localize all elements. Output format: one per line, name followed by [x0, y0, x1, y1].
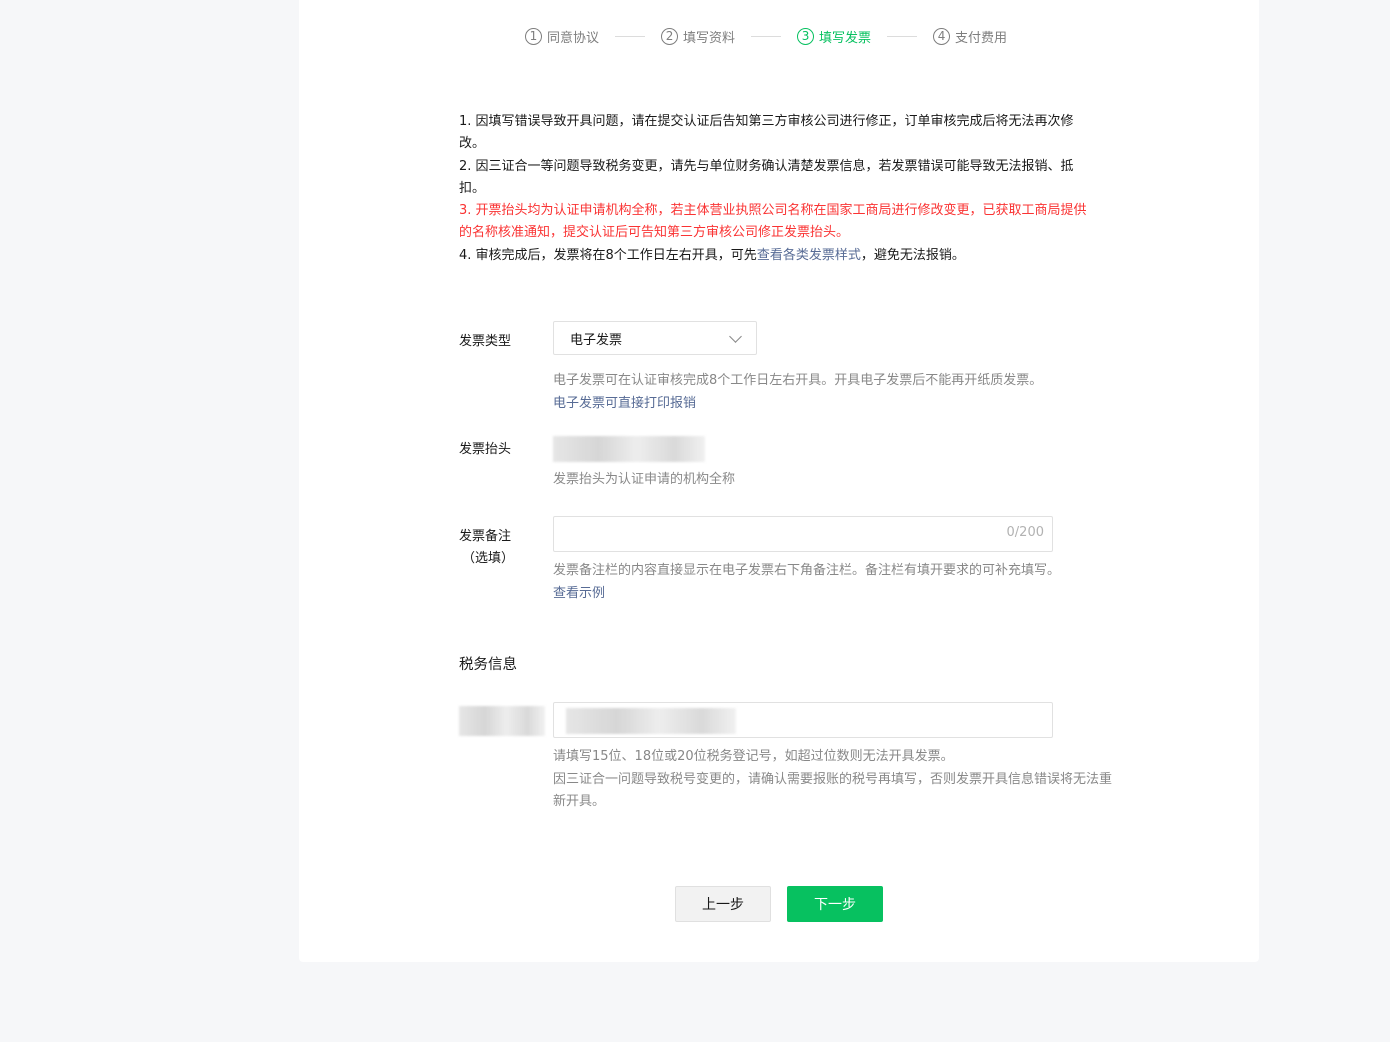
step-label: 支付费用	[955, 30, 1008, 46]
invoice-type-value: 电子发票	[570, 332, 623, 348]
step-agree: 1 同意协议	[525, 27, 599, 46]
progress-steps: 1 同意协议 2 填写资料 3 填写发票 4 支付费用	[525, 25, 1007, 47]
invoice-type-hint-text: 电子发票可在认证审核完成8个工作日左右开具。开具电子发票后不能再开纸质发票。	[553, 373, 1043, 388]
step-number: 1	[525, 27, 542, 45]
note-4: 4. 审核完成后，发票将在8个工作日左右开具，可先查看各类发票样式，避免无法报销…	[459, 245, 1099, 267]
invoice-type-select[interactable]: 电子发票	[553, 321, 757, 355]
chevron-down-icon	[729, 329, 742, 343]
step-fill-info: 2 填写资料	[661, 27, 735, 46]
step-number: 2	[661, 27, 679, 45]
invoice-title-label: 发票抬头	[459, 442, 512, 457]
step-divider	[751, 35, 782, 37]
step-number: 3	[797, 27, 815, 45]
note-2: 2. 因三证合一等问题导致税务变更，请先与单位财务确认清楚发票信息，若发票错误可…	[459, 158, 1074, 196]
tax-hint-1: 请填写15位、18位或20位税务登记号，如超过位数则无法开具发票。	[553, 749, 954, 764]
step-pay: 4 支付费用	[933, 27, 1007, 46]
invoice-title-hint: 发票抬头为认证申请的机构全称	[553, 472, 736, 487]
tax-hint-2: 因三证合一问题导致税号变更的，请确认需要报账的税号再填写，否则发票开具信息错误将…	[553, 771, 1113, 810]
tax-section-title: 税务信息	[459, 657, 517, 673]
invoice-remark-label: 发票备注	[459, 529, 512, 544]
next-step-button[interactable]: 下一步	[787, 886, 883, 922]
step-label: 填写发票	[819, 30, 872, 46]
invoice-remark-hint-text: 发票备注栏的内容直接显示在电子发票右下角备注栏。备注栏有填开要求的可补充填写。	[553, 563, 1061, 578]
tax-label-redacted	[459, 706, 545, 736]
view-example-link[interactable]: 查看示例	[553, 583, 1113, 606]
prev-step-button[interactable]: 上一步	[675, 886, 771, 922]
invoice-remark-hint: 发票备注栏的内容直接显示在电子发票右下角备注栏。备注栏有填开要求的可补充填写。 …	[553, 560, 1113, 605]
step-number: 4	[933, 27, 951, 45]
invoice-title-value-redacted	[553, 436, 705, 462]
print-reimburse-link[interactable]: 电子发票可直接打印报销	[553, 393, 1113, 416]
char-counter: 0/200	[1006, 525, 1044, 540]
step-divider	[887, 35, 918, 37]
step-label: 填写资料	[683, 30, 736, 46]
invoice-remark-input[interactable]: 0/200	[553, 516, 1053, 552]
note-1: 1. 因填写错误导致开具问题，请在提交认证后告知第三方审核公司进行修正，订单审核…	[459, 114, 1074, 152]
step-label: 同意协议	[547, 30, 600, 46]
step-fill-invoice: 3 填写发票	[797, 27, 871, 46]
step-divider	[615, 35, 646, 37]
invoice-notes: 1. 因填写错误导致开具问题，请在提交认证后告知第三方审核公司进行修正，订单审核…	[459, 111, 1099, 267]
invoice-remark-optional: （选填）	[462, 551, 515, 566]
invoice-type-label: 发票类型	[459, 334, 512, 349]
note-4-text: 4. 审核完成后，发票将在8个工作日左右开具，可先	[459, 247, 757, 263]
note-3-warning: 3. 开票抬头均为认证申请机构全称，若主体营业执照公司名称在国家工商局进行修改变…	[459, 203, 1087, 241]
tax-hint: 请填写15位、18位或20位税务登记号，如超过位数则无法开具发票。 因三证合一问…	[553, 746, 1113, 814]
invoice-samples-link[interactable]: 查看各类发票样式	[757, 248, 861, 263]
note-4-text-end: ，避免无法报销。	[860, 247, 965, 263]
invoice-type-hint: 电子发票可在认证审核完成8个工作日左右开具。开具电子发票后不能再开纸质发票。 电…	[553, 370, 1113, 415]
tax-number-value-redacted	[566, 708, 736, 734]
